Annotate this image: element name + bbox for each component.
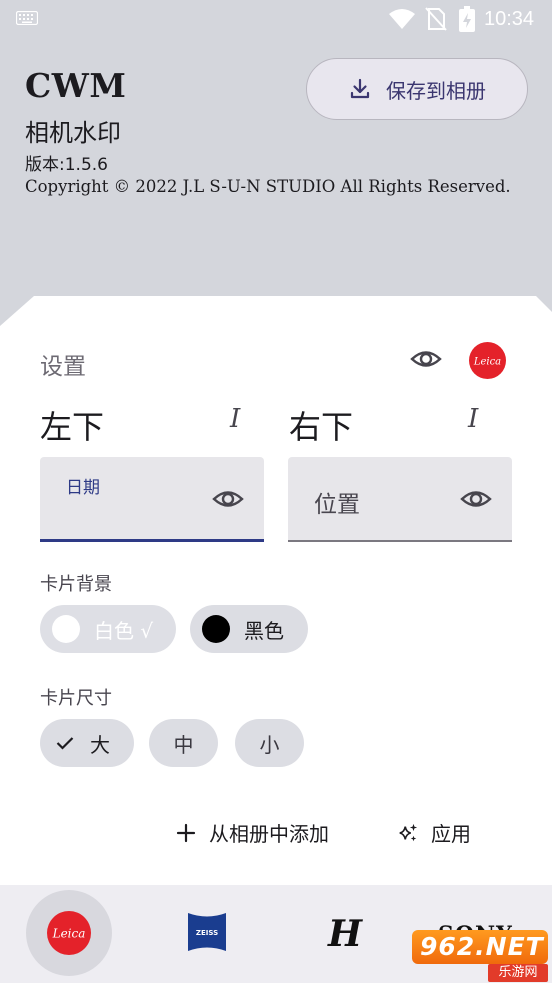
left-position-field[interactable]: 日期 — [40, 457, 264, 542]
save-button-label: 保存到相册 — [386, 78, 486, 103]
black-chip-label: 黑色 — [244, 618, 284, 643]
right-position-field[interactable]: 位置 — [288, 457, 512, 542]
watermark-subtext: 乐游网 — [488, 964, 548, 982]
status-bar: 10:34 — [0, 0, 552, 38]
add-from-album-button[interactable]: 从相册中添加 — [175, 818, 329, 847]
size-large-chip[interactable]: 大 — [40, 719, 134, 767]
settings-card — [0, 296, 552, 896]
sparkle-icon — [399, 823, 418, 841]
text-format-icon[interactable]: I — [468, 404, 478, 434]
plus-icon — [176, 823, 196, 842]
add-from-album-label: 从相册中添加 — [209, 822, 329, 846]
hassel-text: H — [327, 913, 363, 953]
settings-title: 设置 — [40, 354, 86, 380]
right-field-value: 位置 — [314, 492, 360, 518]
size-small-chip[interactable]: 小 — [235, 719, 304, 767]
leica-nav-text: Leica — [52, 927, 86, 941]
wifi-icon — [389, 9, 415, 29]
left-field-label: 日期 — [66, 478, 100, 498]
hasselblad-logo-icon[interactable]: H — [324, 913, 366, 953]
white-background-chip[interactable]: 白色 √ — [40, 605, 176, 653]
zeiss-logo-icon[interactable]: ZEISS — [188, 913, 226, 951]
black-swatch — [202, 615, 230, 643]
size-large-label: 大 — [90, 732, 110, 757]
apply-button[interactable]: 应用 — [397, 818, 471, 847]
leica-top-text: Leica — [473, 357, 501, 368]
size-medium-label: 中 — [173, 732, 194, 757]
size-medium-chip[interactable]: 中 — [149, 719, 218, 767]
download-icon — [350, 78, 370, 99]
left-position-label: 左下 — [40, 408, 105, 446]
eye-icon[interactable] — [460, 485, 492, 513]
leica-logo-icon[interactable]: Leica — [469, 342, 506, 379]
eye-icon[interactable] — [410, 345, 442, 373]
text-format-icon[interactable]: I — [230, 404, 240, 434]
app-name: CWM — [25, 66, 127, 105]
app-subtitle: 相机水印 — [25, 119, 121, 147]
card-size-label: 卡片尺寸 — [40, 688, 112, 709]
white-swatch — [52, 615, 80, 643]
save-to-album-button[interactable]: 保存到相册 — [306, 58, 528, 120]
black-background-chip[interactable]: 黑色 — [190, 605, 308, 653]
watermark-text: 962.NET — [420, 932, 544, 961]
zeiss-text: ZEISS — [196, 929, 218, 937]
site-watermark: 962.NET 乐游网 — [412, 930, 548, 982]
leica-logo-icon[interactable]: Leica — [47, 911, 91, 955]
app-version: 版本:1.5.6 — [25, 155, 108, 175]
no-sim-icon — [425, 7, 447, 31]
card-background-label: 卡片背景 — [40, 574, 112, 595]
check-icon — [56, 737, 74, 750]
copyright-text: Copyright © 2022 J.L S-U-N STUDIO All Ri… — [25, 177, 511, 196]
eye-icon[interactable] — [212, 485, 244, 513]
battery-charging-icon — [459, 6, 475, 32]
size-small-label: 小 — [259, 732, 280, 757]
white-chip-label: 白色 √ — [94, 618, 154, 643]
status-time: 10:34 — [484, 8, 535, 30]
apply-label: 应用 — [431, 822, 471, 846]
keyboard-icon — [16, 11, 38, 25]
right-position-label: 右下 — [289, 408, 354, 446]
